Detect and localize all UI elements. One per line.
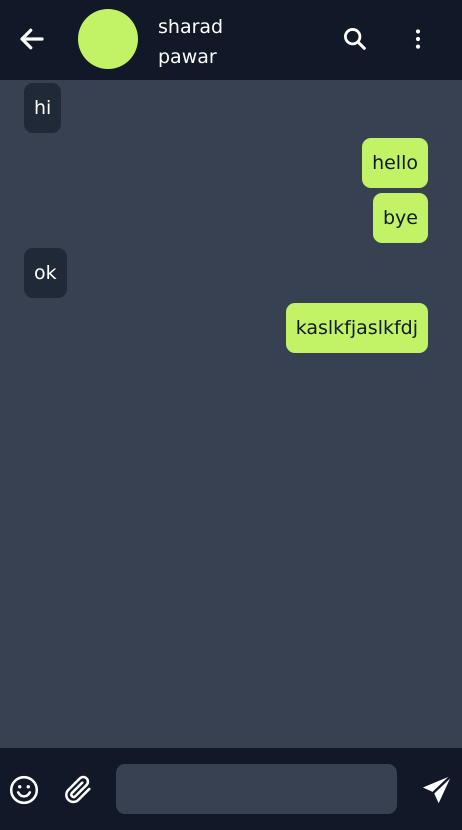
search-button[interactable] — [341, 25, 369, 53]
paperclip-icon — [65, 775, 91, 804]
arrow-left-icon — [20, 28, 44, 50]
contact-avatar[interactable] — [78, 9, 138, 69]
chat-header: sharad pawar — [0, 0, 462, 80]
smiley-icon — [9, 775, 39, 805]
incoming-message[interactable]: ok — [24, 248, 67, 298]
outgoing-message[interactable]: bye — [373, 193, 428, 243]
send-icon — [422, 774, 453, 804]
more-options-button[interactable] — [404, 25, 432, 53]
message-input[interactable] — [116, 764, 397, 814]
incoming-message[interactable]: hi — [24, 83, 62, 133]
outgoing-message[interactable]: kaslkfjaslkfdj — [285, 303, 428, 353]
chat-screen: sharad pawar hi hello bye ok kaslkfjaslk… — [0, 0, 462, 830]
emoji-button[interactable] — [8, 774, 40, 806]
outgoing-message[interactable]: hello — [362, 138, 428, 188]
search-icon — [344, 28, 366, 50]
attach-button[interactable] — [62, 774, 94, 806]
contact-name[interactable]: sharad pawar — [158, 12, 248, 72]
back-button[interactable] — [17, 24, 47, 54]
more-vertical-icon — [415, 29, 421, 49]
send-button[interactable] — [419, 772, 455, 808]
